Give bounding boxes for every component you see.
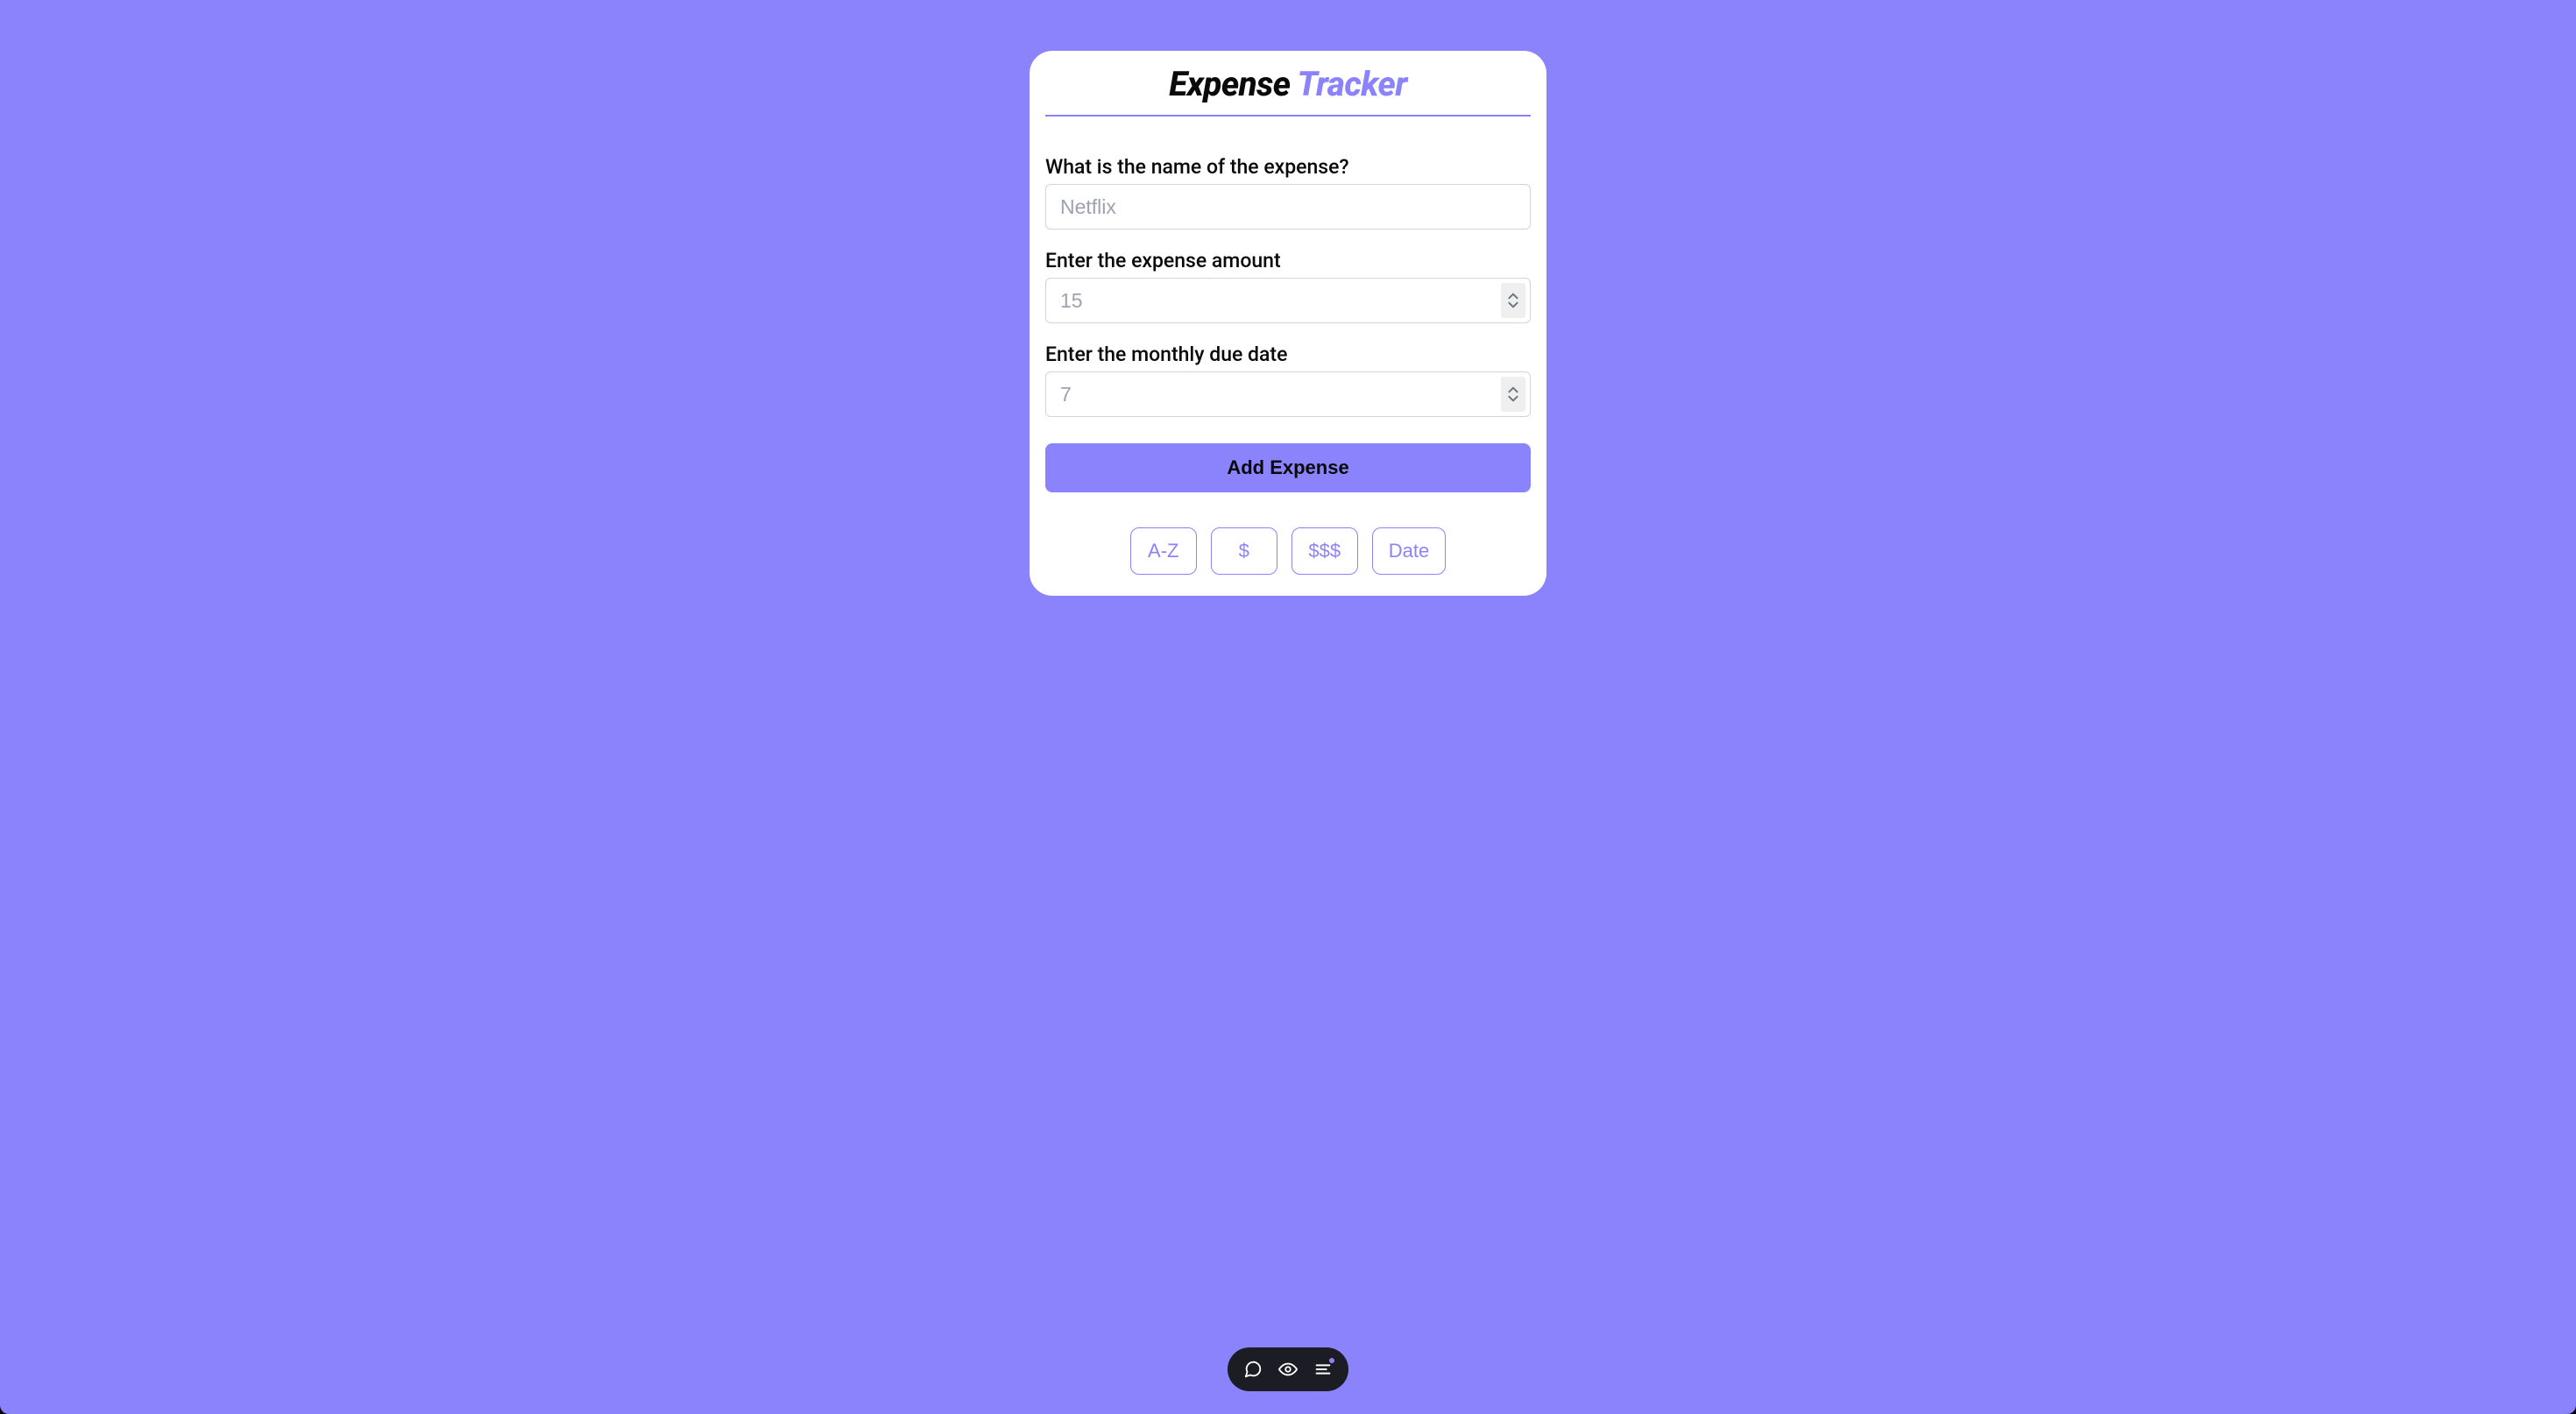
- title-underline: [1045, 115, 1531, 117]
- sort-row: A-Z $ $$$ Date: [1045, 527, 1531, 575]
- due-input[interactable]: [1045, 371, 1531, 417]
- amount-field-group: Enter the expense amount: [1045, 249, 1531, 323]
- add-expense-button[interactable]: Add Expense: [1045, 443, 1531, 492]
- notification-dot: [1329, 1358, 1334, 1363]
- menu-icon[interactable]: [1313, 1360, 1333, 1379]
- title-word-1: Expense: [1169, 65, 1290, 104]
- chevron-down-icon: [1507, 300, 1519, 309]
- chevron-up-icon: [1507, 385, 1519, 394]
- sort-date-button[interactable]: Date: [1372, 527, 1446, 575]
- chevron-up-icon: [1507, 292, 1519, 300]
- due-stepper[interactable]: [1501, 377, 1525, 412]
- app-viewport: Expense Tracker What is the name of the …: [0, 0, 2576, 1414]
- sort-az-button[interactable]: A-Z: [1130, 527, 1197, 575]
- name-input[interactable]: [1045, 184, 1531, 230]
- chevron-down-icon: [1507, 394, 1519, 403]
- amount-input-wrapper: [1045, 278, 1531, 323]
- due-field-group: Enter the monthly due date: [1045, 343, 1531, 417]
- title-word-2: Tracker: [1298, 65, 1407, 104]
- comment-icon[interactable]: [1243, 1360, 1263, 1379]
- expense-card: Expense Tracker What is the name of the …: [1030, 51, 1546, 596]
- dev-toolbar: [1228, 1347, 1348, 1391]
- sort-low-button[interactable]: $: [1211, 527, 1277, 575]
- name-label: What is the name of the expense?: [1045, 155, 1531, 179]
- sort-high-button[interactable]: $$$: [1292, 527, 1358, 575]
- amount-label: Enter the expense amount: [1045, 249, 1531, 272]
- amount-input[interactable]: [1045, 278, 1531, 323]
- amount-stepper[interactable]: [1501, 283, 1525, 318]
- name-field-group: What is the name of the expense?: [1045, 155, 1531, 230]
- eye-icon[interactable]: [1278, 1360, 1298, 1379]
- due-input-wrapper: [1045, 371, 1531, 417]
- due-label: Enter the monthly due date: [1045, 343, 1531, 366]
- app-title: Expense Tracker: [1045, 65, 1531, 110]
